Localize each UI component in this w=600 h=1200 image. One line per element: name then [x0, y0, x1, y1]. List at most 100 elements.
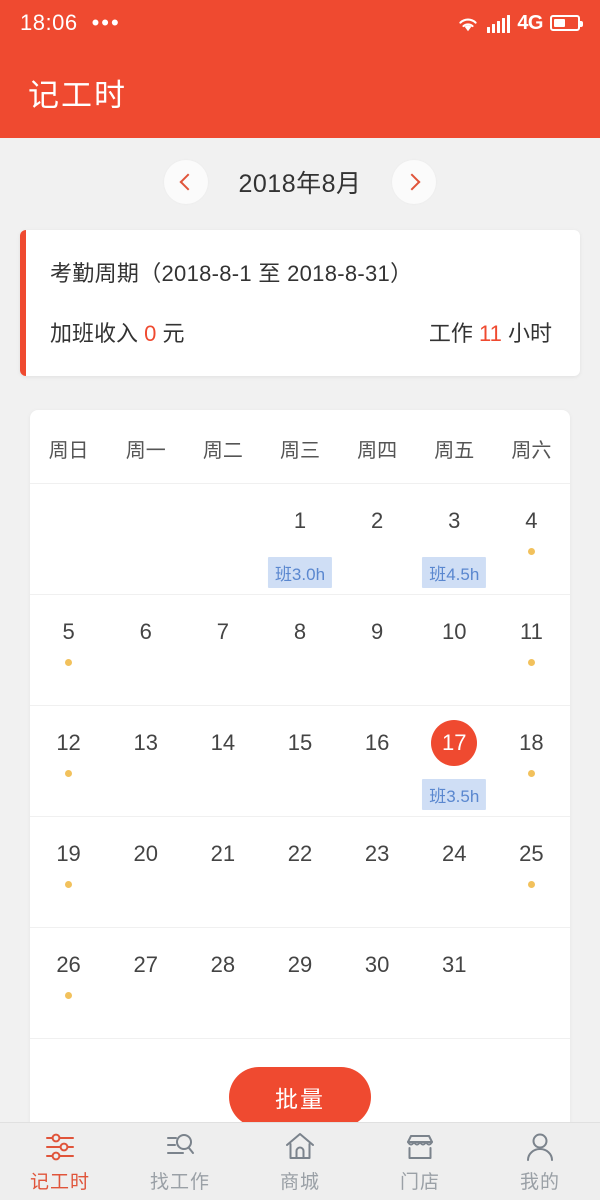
nav-label-jobs: 找工作 [149, 1171, 210, 1193]
shift-hours-badge[interactable]: 班3.0h [267, 557, 333, 588]
calendar-day-15[interactable]: 15 [261, 720, 338, 816]
batch-button[interactable]: 批量 [229, 1067, 371, 1127]
nav-item-worklog[interactable]: 记工时 [0, 1123, 120, 1200]
chevron-right-icon [403, 173, 421, 191]
calendar-day-8[interactable]: 8 [261, 609, 338, 705]
calendar-day-1[interactable]: 1 班3.0h [261, 498, 338, 594]
day-number[interactable]: 6 [123, 609, 169, 655]
day-number[interactable]: 28 [200, 942, 246, 988]
calendar-day-4[interactable]: 4 [493, 498, 570, 594]
day-number[interactable]: 20 [123, 831, 169, 877]
calendar-week-row: 1 班3.0h 2 3 班4.5h 4 [30, 483, 570, 594]
day-number[interactable]: 29 [277, 942, 323, 988]
status-bar: 18:06 ••• 4G [0, 0, 600, 46]
calendar-day-12[interactable]: 12 [30, 720, 107, 816]
calendar-day-11[interactable]: 11 [493, 609, 570, 705]
nav-label-store: 门店 [399, 1171, 440, 1193]
day-number[interactable]: 19 [46, 831, 92, 877]
calendar-day-24[interactable]: 24 [416, 831, 493, 927]
rest-day-dot [527, 659, 535, 666]
calendar-day-17[interactable]: 17 班3.5h [416, 720, 493, 816]
day-number[interactable]: 10 [431, 609, 477, 655]
day-number[interactable]: 5 [46, 609, 92, 655]
calendar-day-28[interactable]: 28 [184, 942, 261, 1038]
day-number[interactable]: 26 [46, 942, 92, 988]
month-navigation: 2018年8月 [0, 138, 600, 226]
calendar-day-20[interactable]: 20 [107, 831, 184, 927]
calendar-day-23[interactable]: 23 [339, 831, 416, 927]
bottom-navigation: 记工时 找工作 商城 门店 我的 [0, 1122, 600, 1200]
work-hours-unit: 小时 [507, 321, 552, 346]
shift-hours-badge[interactable]: 班3.5h [422, 779, 487, 810]
current-month-label: 2018年8月 [238, 170, 362, 198]
day-number[interactable]: 24 [431, 831, 477, 877]
calendar-day-16[interactable]: 16 [339, 720, 416, 816]
day-number[interactable]: 18 [508, 720, 554, 766]
next-month-button[interactable] [391, 160, 436, 204]
day-number[interactable]: 22 [277, 831, 323, 877]
day-number[interactable]: 7 [200, 609, 246, 655]
calendar-day-25[interactable]: 25 [493, 831, 570, 927]
nav-item-store[interactable]: 门店 [360, 1123, 480, 1200]
calendar-day-18[interactable]: 18 [493, 720, 570, 816]
day-number[interactable]: 23 [354, 831, 400, 877]
day-number[interactable]: 8 [277, 609, 323, 655]
calendar-day-19[interactable]: 19 [30, 831, 107, 927]
store-icon [407, 1134, 433, 1159]
calendar-day-29[interactable]: 29 [261, 942, 338, 1038]
overtime-income-unit: 元 [162, 321, 185, 346]
day-number[interactable]: 1 [277, 498, 323, 544]
day-number[interactable]: 2 [354, 498, 400, 544]
weekday-label-2: 周二 [202, 440, 243, 462]
calendar-day-7[interactable]: 7 [184, 609, 261, 705]
signal-bars-icon [487, 14, 511, 33]
day-number[interactable]: 31 [431, 942, 477, 988]
calendar-day-10[interactable]: 10 [416, 609, 493, 705]
calendar-day-6[interactable]: 6 [107, 609, 184, 705]
calendar-day-30[interactable]: 30 [339, 942, 416, 1038]
attendance-summary-card: 考勤周期（2018-8-1 至 2018-8-31） 加班收入 0 元 工作 1… [20, 230, 580, 376]
day-number[interactable]: 17 [431, 720, 478, 766]
day-number[interactable]: 9 [354, 609, 400, 655]
network-type-label: 4G [517, 11, 543, 34]
calendar-day-empty [30, 498, 107, 594]
nav-item-jobs[interactable]: 找工作 [120, 1123, 240, 1200]
calendar-day-27[interactable]: 27 [107, 942, 184, 1038]
day-number[interactable]: 3 [431, 498, 477, 544]
prev-month-button[interactable] [164, 160, 209, 204]
nav-item-mall[interactable]: 商城 [240, 1123, 360, 1200]
calendar-day-14[interactable]: 14 [184, 720, 261, 816]
day-number[interactable]: 30 [354, 942, 400, 988]
calendar-day-31[interactable]: 31 [416, 942, 493, 1038]
calendar-day-9[interactable]: 9 [339, 609, 416, 705]
weekday-header: 周日 周一 周二 周三 周四 周五 周六 [30, 410, 570, 483]
wifi-icon [459, 18, 477, 31]
day-number[interactable]: 15 [277, 720, 323, 766]
rest-day-dot [65, 881, 73, 888]
day-number[interactable]: 12 [46, 720, 92, 766]
calendar-day-21[interactable]: 21 [184, 831, 261, 927]
job-search-icon [167, 1133, 194, 1154]
rest-day-dot [65, 770, 73, 777]
calendar-day-2[interactable]: 2 [339, 498, 416, 594]
day-number[interactable]: 16 [354, 720, 400, 766]
calendar-day-22[interactable]: 22 [261, 831, 338, 927]
calendar-day-3[interactable]: 3 班4.5h [416, 498, 493, 594]
status-indicators: 4G [456, 11, 583, 35]
overtime-income-value: 0 [144, 321, 157, 346]
day-number[interactable]: 11 [508, 609, 554, 655]
day-number[interactable]: 27 [123, 942, 169, 988]
calendar-day-5[interactable]: 5 [30, 609, 107, 705]
calendar-day-13[interactable]: 13 [107, 720, 184, 816]
day-number[interactable]: 13 [123, 720, 169, 766]
day-number[interactable]: 25 [508, 831, 554, 877]
rest-day-dot [65, 992, 73, 999]
day-number[interactable]: 21 [200, 831, 246, 877]
calendar-day-empty [107, 498, 184, 594]
calendar-week-row: 5 6 7 8 9 10 11 [30, 594, 570, 705]
day-number[interactable]: 4 [508, 498, 554, 544]
nav-item-profile[interactable]: 我的 [480, 1123, 600, 1200]
day-number[interactable]: 14 [200, 720, 246, 766]
shift-hours-badge[interactable]: 班4.5h [422, 557, 487, 588]
calendar-day-26[interactable]: 26 [30, 942, 107, 1038]
